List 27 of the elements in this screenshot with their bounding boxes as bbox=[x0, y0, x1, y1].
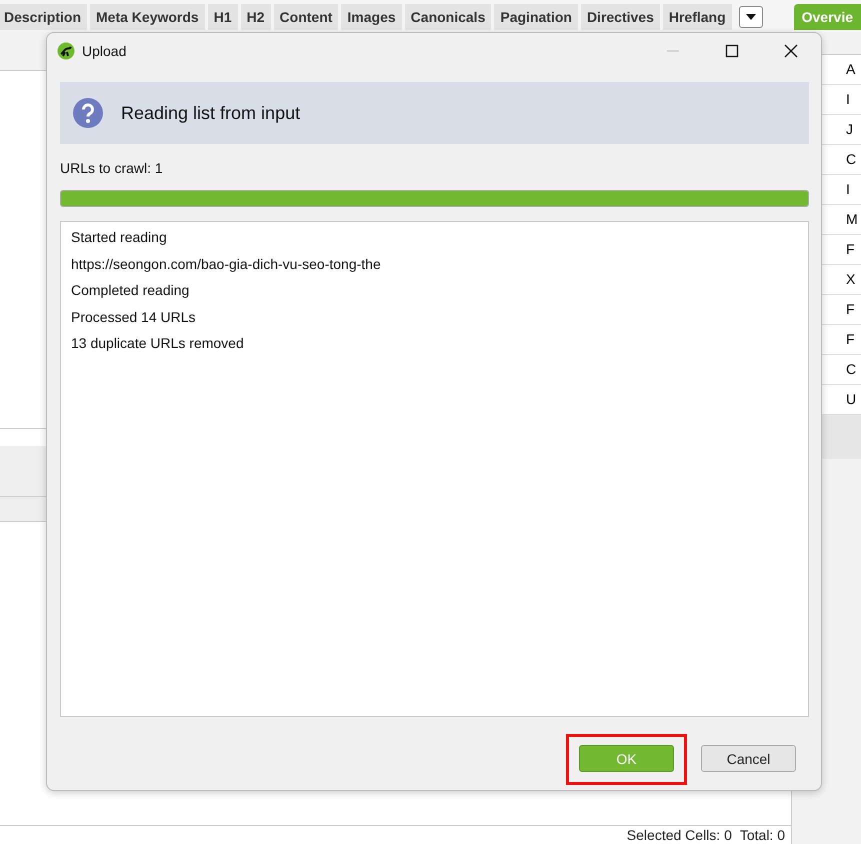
urls-count: URLs to crawl: 1 bbox=[60, 160, 164, 176]
total-count: Total: 0 bbox=[740, 826, 785, 844]
caret-icon bbox=[744, 13, 757, 21]
tab[interactable]: Hreflang bbox=[662, 4, 732, 30]
question-icon bbox=[72, 97, 104, 129]
log-line: 13 duplicate URLs removed bbox=[71, 334, 245, 353]
maximize-icon[interactable] bbox=[725, 44, 739, 58]
close-icon[interactable] bbox=[784, 44, 798, 58]
tab[interactable]: H2 bbox=[240, 4, 271, 30]
tab[interactable]: Images bbox=[341, 4, 402, 30]
tab[interactable]: Directives bbox=[580, 4, 660, 30]
tab[interactable]: Meta Keywords bbox=[90, 4, 205, 30]
window-title: Upload bbox=[82, 43, 126, 59]
log-line: Completed reading bbox=[71, 281, 190, 300]
tab[interactable]: H1 bbox=[208, 4, 238, 30]
tab[interactable]: Description bbox=[0, 4, 88, 30]
frog-logo-icon bbox=[57, 42, 75, 60]
log-line: Started reading bbox=[71, 228, 168, 247]
dialog-heading: Reading list from input bbox=[121, 102, 300, 124]
tab[interactable]: Canonicals bbox=[404, 4, 492, 30]
tab[interactable]: Content bbox=[274, 4, 338, 30]
more-tabs-button[interactable] bbox=[738, 6, 763, 28]
cancel-button[interactable]: Cancel bbox=[701, 745, 796, 772]
log-line: Processed 14 URLs bbox=[71, 308, 197, 326]
selected-cells-count: Selected Cells: 0 bbox=[626, 826, 732, 844]
tab[interactable]: Pagination bbox=[494, 4, 578, 30]
log-line: https://seongon.com/bao-gia-dich-vu-seo-tong-the bbox=[71, 254, 382, 274]
